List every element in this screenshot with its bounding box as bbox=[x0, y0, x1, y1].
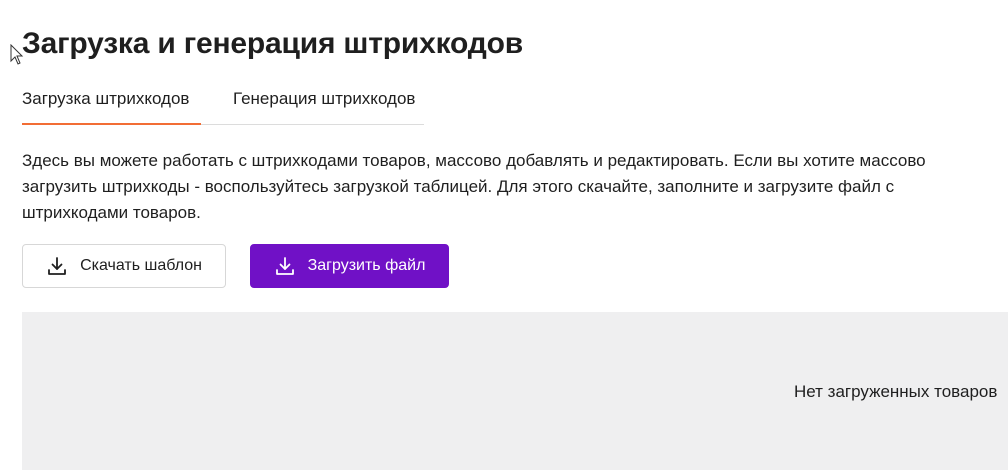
empty-state-text: Нет загруженных товаров bbox=[794, 382, 998, 401]
tab-label: Загрузка штрихкодов bbox=[22, 89, 190, 108]
tabs-bar: Загрузка штрихкодов Генерация штрихкодов bbox=[22, 84, 424, 125]
page: Загрузка и генерация штрихкодов Загрузка… bbox=[0, 0, 1008, 470]
active-tab-indicator bbox=[22, 123, 201, 125]
upload-icon bbox=[274, 255, 296, 277]
description-text: Здесь вы можете работать с штрихкодами т… bbox=[22, 151, 926, 222]
tab-generate-barcodes[interactable]: Генерация штрихкодов bbox=[233, 84, 424, 124]
page-title: Загрузка и генерация штрихкодов bbox=[22, 27, 523, 60]
download-icon bbox=[46, 255, 68, 277]
tab-upload-barcodes[interactable]: Загрузка штрихкодов bbox=[22, 84, 201, 125]
tab-label: Генерация штрихкодов bbox=[233, 89, 416, 108]
download-template-button[interactable]: Скачать шаблон bbox=[22, 244, 226, 288]
download-template-label: Скачать шаблон bbox=[80, 257, 202, 274]
upload-file-button[interactable]: Загрузить файл bbox=[250, 244, 449, 288]
upload-file-label: Загрузить файл bbox=[307, 257, 426, 274]
empty-state-panel: Нет загруженных товаров bbox=[22, 312, 1008, 470]
